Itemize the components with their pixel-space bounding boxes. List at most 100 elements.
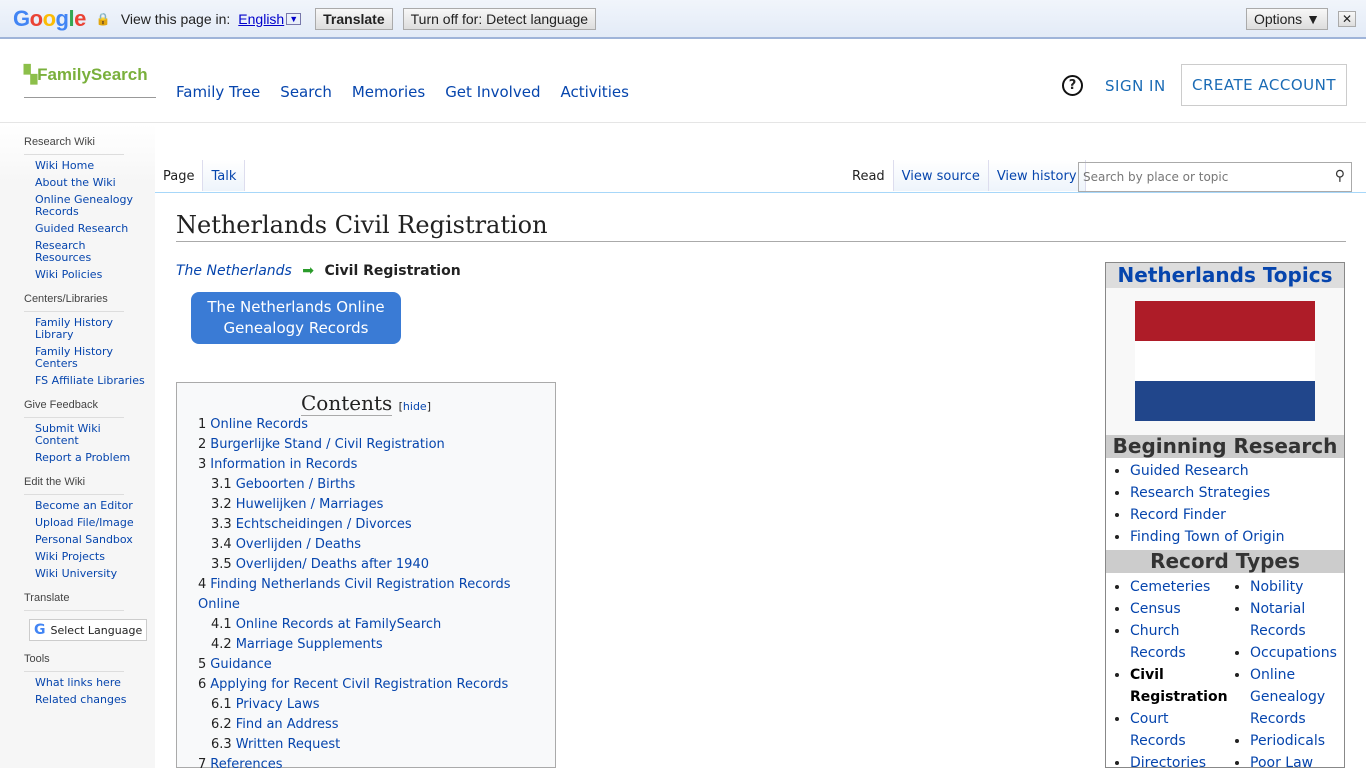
options-button[interactable]: Options ▼ (1245, 7, 1328, 30)
link-occupations[interactable]: Occupations (1250, 645, 1337, 661)
link-cemeteries[interactable]: Cemeteries (1130, 579, 1210, 595)
nav-get-involved[interactable]: Get Involved (445, 83, 540, 101)
divider (24, 671, 124, 672)
sidebar-item-related-changes[interactable]: Related changes (35, 694, 145, 706)
turn-off-button[interactable]: Turn off for: Detect language (402, 7, 597, 30)
link-periodicals[interactable]: Periodicals (1250, 733, 1325, 749)
sidebar-item-personal-sandbox[interactable]: Personal Sandbox (35, 534, 145, 546)
toc-link[interactable]: References (210, 757, 282, 772)
tab-read[interactable]: Read (844, 160, 894, 191)
toc-link[interactable]: Geboorten / Births (236, 477, 356, 492)
toc-item[interactable]: 6.3 Written Request (211, 735, 555, 755)
record-types-heading: Record Types (1106, 550, 1344, 573)
toc-link[interactable]: Echtscheidingen / Divorces (236, 517, 412, 532)
create-account-button[interactable]: CREATE ACCOUNT (1181, 64, 1347, 106)
link-notarial-records[interactable]: Notarial Records (1250, 601, 1306, 639)
toc-item[interactable]: 3.2 Huwelijken / Marriages (211, 495, 555, 515)
sidebar-item-report-a-problem[interactable]: Report a Problem (35, 452, 145, 464)
sidebar-item-submit-wiki-content[interactable]: Submit Wiki Content (35, 423, 145, 447)
toc-item[interactable]: 3.1 Geboorten / Births (211, 475, 555, 495)
help-icon[interactable]: ? (1062, 75, 1083, 96)
toc-link[interactable]: Written Request (236, 737, 341, 752)
familysearch-logo[interactable]: ▚FamilySearch (24, 65, 156, 98)
toc-hide-link[interactable]: hide (403, 400, 427, 413)
link-directories[interactable]: Directories (1130, 755, 1206, 771)
tab-view-source[interactable]: View source (893, 160, 989, 191)
toc-item[interactable]: 4.2 Marriage Supplements (211, 635, 555, 655)
nav-memories[interactable]: Memories (352, 83, 425, 101)
toc-link[interactable]: Huwelijken / Marriages (236, 497, 384, 512)
nav-family-tree[interactable]: Family Tree (176, 83, 260, 101)
toc-link[interactable]: Guidance (210, 657, 272, 672)
sign-in-link[interactable]: SIGN IN (1105, 77, 1166, 95)
toc-link[interactable]: Privacy Laws (236, 697, 320, 712)
sidebar-item-research-resources[interactable]: Research Resources (35, 240, 145, 264)
chevron-down-icon[interactable]: ▼ (286, 12, 302, 25)
tab-view-history[interactable]: View history (988, 160, 1086, 191)
nav-search[interactable]: Search (280, 83, 332, 101)
sidebar-item-upload-file-image[interactable]: Upload File/Image (35, 517, 145, 529)
sidebar-item-guided-research[interactable]: Guided Research (35, 223, 145, 235)
toc-link[interactable]: Applying for Recent Civil Registration R… (210, 677, 508, 692)
sidebar-item-wiki-projects[interactable]: Wiki Projects (35, 551, 145, 563)
toc-link[interactable]: Online Records at FamilySearch (236, 617, 442, 632)
sidebar-item-what-links-here[interactable]: What links here (35, 677, 145, 689)
toc-item[interactable]: 6.1 Privacy Laws (211, 695, 555, 715)
link-guided-research[interactable]: Guided Research (1130, 463, 1249, 479)
toc-item[interactable]: 3 Information in Records (198, 455, 555, 475)
close-icon[interactable]: ✕ (1337, 10, 1356, 27)
link-research-strategies[interactable]: Research Strategies (1130, 485, 1270, 501)
breadcrumb-parent[interactable]: The Netherlands (176, 263, 292, 279)
nav-activities[interactable]: Activities (560, 83, 628, 101)
sidebar-item-online-genealogy-records[interactable]: Online Genealogy Records (35, 194, 145, 218)
sidebar-item-wiki-university[interactable]: Wiki University (35, 568, 145, 580)
toc-item[interactable]: 7 References (198, 755, 555, 775)
toc-item[interactable]: 3.5 Overlijden/ Deaths after 1940 (211, 555, 555, 575)
toc-link[interactable]: Find an Address (236, 717, 339, 732)
toc-link[interactable]: Burgerlijke Stand / Civil Registration (210, 437, 444, 452)
link-poor-law[interactable]: Poor Law (1250, 755, 1313, 771)
link-finding-town-of-origin[interactable]: Finding Town of Origin (1130, 529, 1285, 545)
toc-item[interactable]: 3.4 Overlijden / Deaths (211, 535, 555, 555)
search-input[interactable]: Search by place or topic ⚲ (1078, 162, 1352, 192)
sidebar-item-fs-affiliate-libraries[interactable]: FS Affiliate Libraries (35, 375, 145, 387)
translate-button[interactable]: Translate (315, 7, 393, 30)
tab-page[interactable]: Page (155, 160, 204, 191)
sidebar-item-family-history-library[interactable]: Family History Library (35, 317, 145, 341)
toc-item[interactable]: 1 Online Records (198, 415, 555, 435)
sidebar-item-wiki-policies[interactable]: Wiki Policies (35, 269, 145, 281)
sidebar-item-family-history-centers[interactable]: Family History Centers (35, 346, 145, 370)
select-language-dropdown[interactable]: G Select Language (29, 619, 147, 641)
list-item: Census (1130, 598, 1228, 620)
divider (155, 192, 1366, 193)
toc-item[interactable]: 5 Guidance (198, 655, 555, 675)
toc-link[interactable]: Marriage Supplements (236, 637, 383, 652)
toc-item[interactable]: 6.2 Find an Address (211, 715, 555, 735)
infobox-title[interactable]: Netherlands Topics (1106, 263, 1344, 288)
toc-item[interactable]: 3.3 Echtscheidingen / Divorces (211, 515, 555, 535)
link-church-records[interactable]: Church Records (1130, 623, 1186, 661)
list-item: Guided Research (1130, 460, 1344, 482)
link-nobility[interactable]: Nobility (1250, 579, 1303, 595)
toc-item[interactable]: 6 Applying for Recent Civil Registration … (198, 675, 555, 695)
toc-item[interactable]: 4 Finding Netherlands Civil Registration … (198, 575, 555, 615)
language-select[interactable]: English (238, 11, 284, 27)
link-census[interactable]: Census (1130, 601, 1181, 617)
toc-link[interactable]: Overlijden / Deaths (236, 537, 361, 552)
sidebar-item-about-the-wiki[interactable]: About the Wiki (35, 177, 145, 189)
sidebar-item-wiki-home[interactable]: Wiki Home (35, 160, 145, 172)
link-court-records[interactable]: Court Records (1130, 711, 1186, 749)
link-online-genealogy-records[interactable]: Online Genealogy Records (1250, 667, 1325, 727)
online-records-button[interactable]: The Netherlands Online Genealogy Records (191, 292, 401, 344)
toc-link[interactable]: Finding Netherlands Civil Registration R… (198, 577, 510, 612)
search-icon[interactable]: ⚲ (1335, 168, 1345, 184)
toc-link[interactable]: Online Records (210, 417, 308, 432)
lock-icon: 🔒 (95, 11, 111, 26)
toc-link[interactable]: Overlijden/ Deaths after 1940 (236, 557, 429, 572)
toc-item[interactable]: 4.1 Online Records at FamilySearch (211, 615, 555, 635)
toc-item[interactable]: 2 Burgerlijke Stand / Civil Registration (198, 435, 555, 455)
link-record-finder[interactable]: Record Finder (1130, 507, 1226, 523)
toc-link[interactable]: Information in Records (210, 457, 357, 472)
tab-talk[interactable]: Talk (203, 160, 246, 191)
sidebar-item-become-an-editor[interactable]: Become an Editor (35, 500, 145, 512)
